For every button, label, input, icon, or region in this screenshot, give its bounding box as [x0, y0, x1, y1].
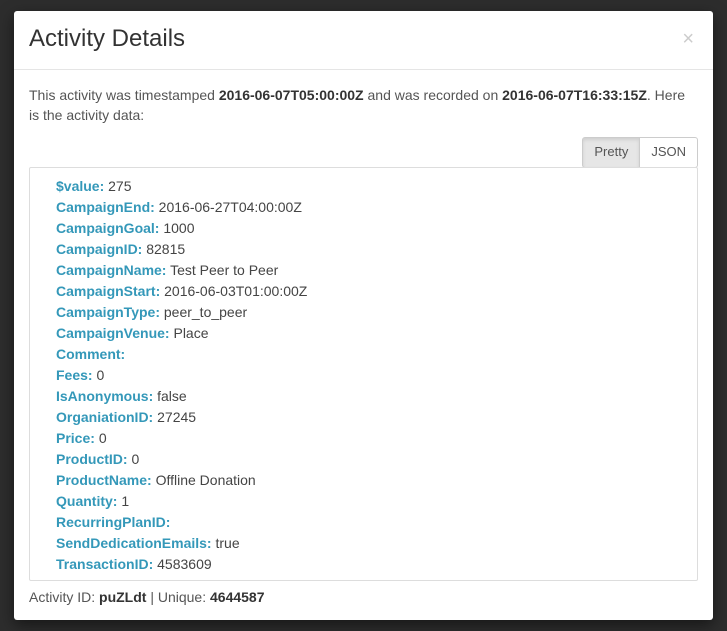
- property-label: ProductName:: [56, 472, 152, 488]
- property-value: 0: [96, 367, 104, 383]
- data-row: CampaignID: 82815: [56, 239, 685, 260]
- property-value: 27245: [157, 409, 196, 425]
- property-label: Comment:: [56, 346, 125, 362]
- timestamp-value: 2016-06-07T05:00:00Z: [219, 87, 364, 103]
- data-row: CampaignGoal: 1000: [56, 218, 685, 239]
- property-label: CampaignVenue:: [56, 325, 170, 341]
- data-row: Fees: 0: [56, 365, 685, 386]
- data-row: IsAnonymous: false: [56, 386, 685, 407]
- property-label: OrganiationID:: [56, 409, 153, 425]
- unique-value: 4644587: [210, 589, 265, 605]
- property-label: Price:: [56, 430, 95, 446]
- property-label: Type:: [56, 577, 92, 581]
- property-value: peer_to_peer: [164, 304, 247, 320]
- property-label: CampaignStart:: [56, 283, 160, 299]
- view-toggle-row: Pretty JSON: [29, 137, 698, 167]
- data-row: Type: offline_donation: [56, 575, 685, 581]
- activity-id-label: Activity ID:: [29, 589, 99, 605]
- property-label: CampaignGoal:: [56, 220, 159, 236]
- data-row: CampaignType: peer_to_peer: [56, 302, 685, 323]
- activity-details-modal: Activity Details × This activity was tim…: [14, 11, 713, 620]
- data-row: SendDedicationEmails: true: [56, 533, 685, 554]
- pretty-toggle-button[interactable]: Pretty: [582, 137, 640, 167]
- property-value: 275: [108, 178, 131, 194]
- property-label: CampaignName:: [56, 262, 166, 278]
- property-label: CampaignEnd:: [56, 199, 155, 215]
- property-value: 0: [131, 451, 139, 467]
- data-row: CampaignStart: 2016-06-03T01:00:00Z: [56, 281, 685, 302]
- property-value: 4583609: [157, 556, 212, 572]
- property-value: true: [215, 535, 239, 551]
- intro-text: This activity was timestamped 2016-06-07…: [29, 85, 698, 126]
- data-row: OrganiationID: 27245: [56, 407, 685, 428]
- json-toggle-button[interactable]: JSON: [639, 137, 698, 167]
- property-label: SendDedicationEmails:: [56, 535, 212, 551]
- data-row: RecurringPlanID:: [56, 512, 685, 533]
- property-label: IsAnonymous:: [56, 388, 153, 404]
- property-value: Offline Donation: [156, 472, 256, 488]
- property-label: RecurringPlanID:: [56, 514, 170, 530]
- data-row: CampaignName: Test Peer to Peer: [56, 260, 685, 281]
- intro-middle: and was recorded on: [364, 87, 503, 103]
- property-value: 2016-06-03T01:00:00Z: [164, 283, 307, 299]
- property-value: Test Peer to Peer: [170, 262, 278, 278]
- data-row: TransactionID: 4583609: [56, 554, 685, 575]
- property-value: 2016-06-27T04:00:00Z: [159, 199, 302, 215]
- property-label: CampaignID:: [56, 241, 142, 257]
- property-label: CampaignType:: [56, 304, 160, 320]
- data-row: $value: 275: [56, 176, 685, 197]
- data-row: ProductID: 0: [56, 449, 685, 470]
- modal-header: Activity Details ×: [14, 11, 713, 70]
- property-value: 1: [121, 493, 129, 509]
- recorded-value: 2016-06-07T16:33:15Z: [502, 87, 647, 103]
- property-label: Fees:: [56, 367, 93, 383]
- property-label: $value:: [56, 178, 104, 194]
- view-toggle-group: Pretty JSON: [582, 137, 698, 167]
- property-value: 1000: [163, 220, 194, 236]
- modal-body: This activity was timestamped 2016-06-07…: [14, 70, 713, 620]
- property-value: 82815: [146, 241, 185, 257]
- property-value: 0: [99, 430, 107, 446]
- data-row: Price: 0: [56, 428, 685, 449]
- property-label: TransactionID:: [56, 556, 153, 572]
- data-row: ProductName: Offline Donation: [56, 470, 685, 491]
- unique-label: | Unique:: [146, 589, 210, 605]
- property-label: ProductID:: [56, 451, 128, 467]
- modal-title: Activity Details: [29, 25, 185, 54]
- intro-prefix: This activity was timestamped: [29, 87, 219, 103]
- property-value: offline_donation: [96, 577, 195, 581]
- activity-footer: Activity ID: puZLdt | Unique: 4644587: [29, 589, 698, 605]
- data-row: Comment:: [56, 344, 685, 365]
- activity-data-panel[interactable]: $value: 275CampaignEnd: 2016-06-27T04:00…: [29, 167, 698, 581]
- data-row: CampaignVenue: Place: [56, 323, 685, 344]
- property-value: false: [157, 388, 187, 404]
- data-row: Quantity: 1: [56, 491, 685, 512]
- property-value: Place: [173, 325, 208, 341]
- activity-id-value: puZLdt: [99, 589, 146, 605]
- data-row: CampaignEnd: 2016-06-27T04:00:00Z: [56, 197, 685, 218]
- close-button[interactable]: ×: [678, 29, 698, 49]
- property-label: Quantity:: [56, 493, 117, 509]
